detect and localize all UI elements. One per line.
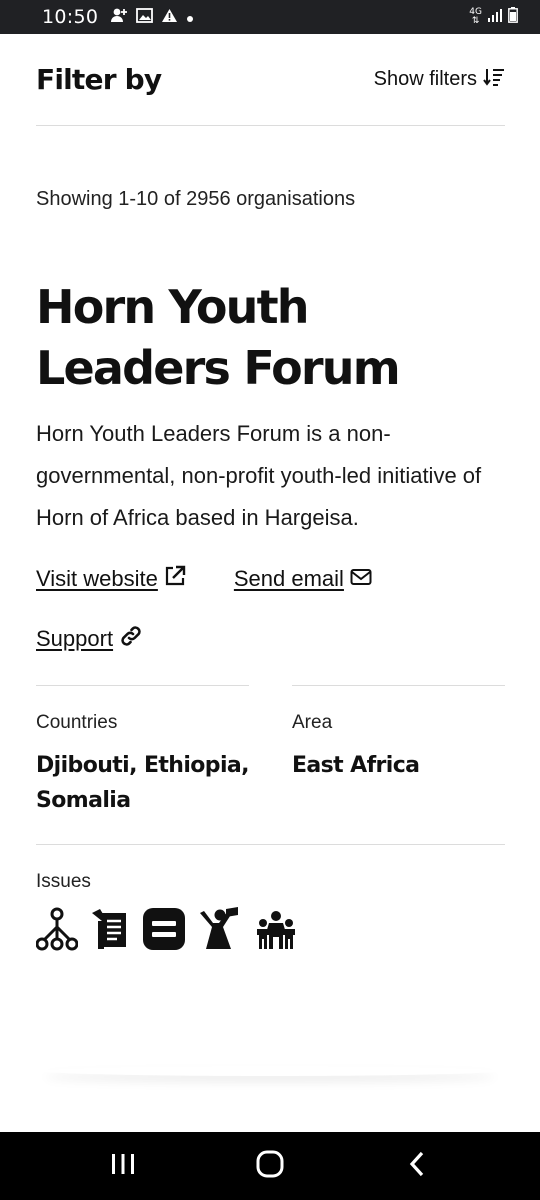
recent-apps-button[interactable] [93,1136,153,1196]
filter-title: Filter by [36,63,162,96]
countries-label: Countries [36,712,118,733]
network-type: 4G ⇅ [469,7,482,26]
back-icon [408,1151,426,1182]
envelope-icon [350,566,372,592]
equal-icon [142,907,186,951]
card-shadow [44,1066,496,1076]
group-people-icon [254,907,298,951]
result-count: Showing 1-10 of 2956 organisations [36,188,356,210]
speaker-person-icon [198,907,242,951]
support-label: Support [36,626,114,651]
chain-link-icon [119,624,143,654]
home-icon [256,1150,284,1183]
show-filters-label: Show filters [373,68,477,90]
add-contact-icon [110,7,128,27]
show-filters-button[interactable]: Show filters [374,67,505,93]
status-bar: 10:50 4G ⇅ [0,0,540,34]
network-icon [36,907,78,951]
document-list-icon [90,907,130,951]
system-nav-bar [0,1132,540,1200]
support-link[interactable]: Support [36,623,143,655]
area-value: East Africa [292,753,420,778]
area-section: Area East Africa [292,685,505,818]
visit-website-link[interactable]: Visit website [36,563,186,595]
issues-label: Issues [36,871,91,892]
send-email-link[interactable]: Send email [234,563,372,595]
page-content: Filter by Show filters Showing 1-10 of 2… [36,34,505,951]
send-email-label: Send email [233,566,344,591]
countries-value: Djibouti, Ethiopia, Somalia [36,753,250,813]
recent-apps-icon [111,1153,135,1180]
notification-dot-icon [186,8,194,27]
filter-header: Filter by Show filters [36,34,505,126]
issues-section: Issues [36,844,505,951]
organisation-description: Horn Youth Leaders Forum is a non-govern… [36,421,482,530]
signal-icon [487,8,503,27]
organisation-links: Visit website Send email Support [36,563,505,655]
home-button[interactable] [240,1136,300,1196]
back-button[interactable] [387,1136,447,1196]
area-label: Area [292,712,333,733]
external-link-icon [164,565,186,593]
organisation-name: Horn Youth Leaders Forum [36,280,401,395]
image-icon [136,7,154,27]
issue-icons [36,907,505,951]
organisation-meta: Countries Djibouti, Ethiopia, Somalia Ar… [36,685,505,818]
visit-website-label: Visit website [36,566,158,591]
countries-section: Countries Djibouti, Ethiopia, Somalia [36,685,250,818]
status-time: 10:50 [42,6,99,28]
sort-filter-icon [483,67,505,93]
battery-icon [508,7,518,27]
warning-icon [161,8,178,27]
